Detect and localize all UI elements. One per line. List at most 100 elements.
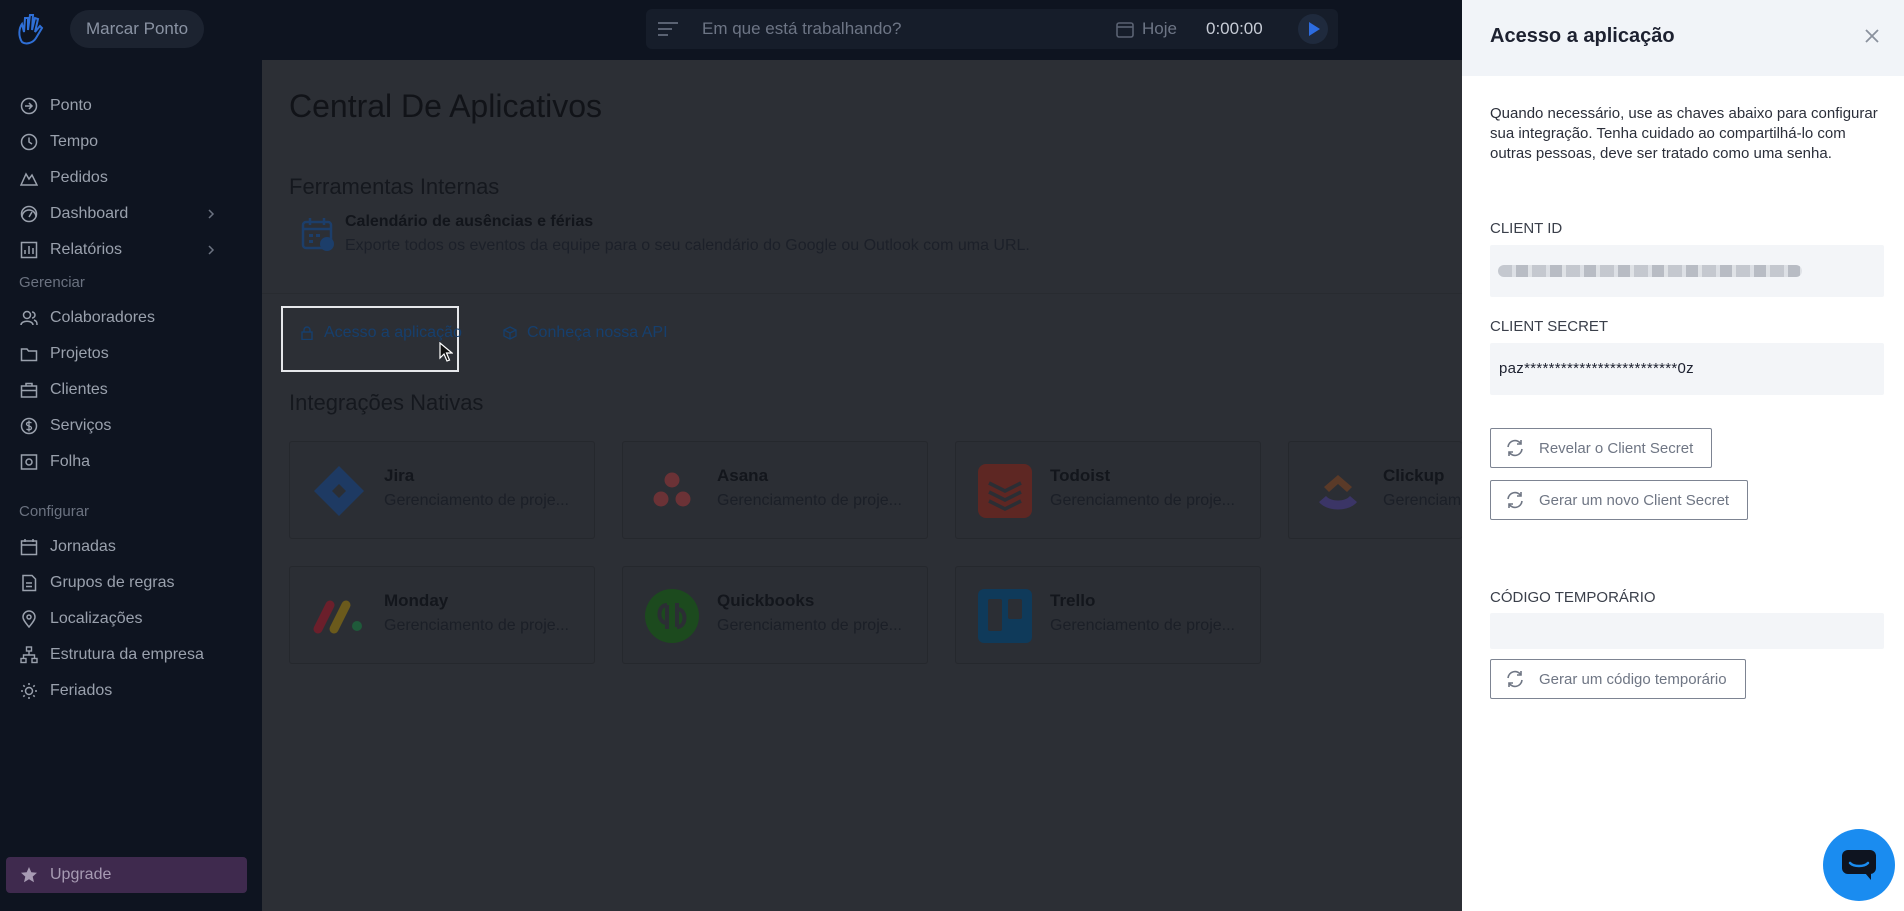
- integration-name: Trello: [1050, 591, 1096, 610]
- sidebar-item-label: Jornadas: [50, 538, 116, 555]
- clickup-icon: [1319, 475, 1357, 510]
- app-access-link[interactable]: Acesso a aplicação: [300, 324, 462, 342]
- section-title-native: Integrações Nativas: [289, 390, 484, 415]
- monday-icon: [313, 600, 362, 634]
- api-label: Conheça nossa API: [527, 324, 668, 341]
- temp-code-field[interactable]: [1490, 613, 1884, 649]
- integration-name: Monday: [384, 591, 449, 610]
- dashboard-icon: [20, 205, 38, 223]
- tool-name: Calendário de ausências e férias: [345, 213, 594, 230]
- menu-icon[interactable]: [658, 20, 678, 38]
- sidebar-item-tempo[interactable]: Tempo: [0, 125, 262, 159]
- sidebar-item-localizacoes[interactable]: Localizações: [0, 602, 262, 636]
- sidebar-item-label: Tempo: [50, 133, 99, 150]
- integration-name: Asana: [717, 466, 769, 485]
- section-title-manage: Gerenciar: [19, 274, 85, 291]
- integration-card-jira[interactable]: Jira Gerenciamento de proje...: [289, 441, 595, 539]
- client-id-field[interactable]: [1490, 245, 1884, 297]
- logo-icon[interactable]: [16, 12, 46, 46]
- integration-card-trello[interactable]: Trello Gerenciamento de proje...: [955, 566, 1261, 664]
- refresh-icon: [1507, 670, 1523, 688]
- sidebar-item-label: Estrutura da empresa: [50, 646, 204, 663]
- sidebar-item-ponto[interactable]: Ponto: [0, 89, 262, 123]
- sidebar-item-dashboard[interactable]: Dashboard: [0, 197, 262, 231]
- reveal-secret-button[interactable]: Revelar o Client Secret: [1490, 428, 1713, 468]
- sidebar-item-label: Localizações: [50, 610, 143, 627]
- task-input[interactable]: Em que está trabalhando?: [702, 9, 901, 49]
- sidebar-item-estrutura-da-empresa[interactable]: Estrutura da empresa: [0, 638, 262, 672]
- users-icon: [20, 310, 38, 326]
- todoist-icon: [978, 464, 1032, 518]
- integration-card-todoist[interactable]: Todoist Gerenciamento de proje...: [955, 441, 1261, 539]
- briefcase-icon: [20, 382, 38, 398]
- timer-display: 0:00:00: [1206, 19, 1263, 38]
- sidebar-item-projetos[interactable]: Projetos: [0, 337, 262, 371]
- sidebar-item-label: Colaboradores: [50, 309, 155, 326]
- sidebar-item-jornadas[interactable]: Jornadas: [0, 530, 262, 564]
- integration-name: Todoist: [1050, 466, 1111, 485]
- integration-desc: Gerenciamento de proje...: [384, 492, 569, 509]
- refresh-icon: [1507, 491, 1523, 509]
- new-secret-button[interactable]: Gerar um novo Client Secret: [1490, 480, 1749, 520]
- sun-icon: [21, 683, 37, 699]
- temp-code-button[interactable]: Gerar um código temporário: [1490, 659, 1746, 699]
- lock-icon: [301, 326, 313, 340]
- sidebar-item-label: Clientes: [50, 381, 108, 398]
- upgrade-button[interactable]: Upgrade: [6, 857, 247, 893]
- section-title-internal-tools: Ferramentas Internas: [289, 174, 500, 199]
- integration-desc: Gerenciam: [1383, 492, 1462, 509]
- integration-desc: Gerenciamento de proje...: [717, 617, 902, 634]
- payroll-icon: [20, 454, 38, 470]
- api-link[interactable]: Conheça nossa API: [503, 324, 668, 342]
- punch-button[interactable]: Marcar Ponto: [70, 10, 205, 48]
- chat-support-button[interactable]: [1823, 829, 1895, 901]
- sidebar-item-clientes[interactable]: Clientes: [0, 373, 262, 407]
- client-id-label: CLIENT ID: [1490, 220, 1563, 237]
- integration-card-quickbooks[interactable]: Quickbooks Gerenciamento de proje...: [622, 566, 928, 664]
- integration-card-monday[interactable]: Monday Gerenciamento de proje...: [289, 566, 595, 664]
- integration-desc: Gerenciamento de proje...: [384, 617, 569, 634]
- folder-icon: [20, 348, 38, 362]
- sidebar-item-label: Ponto: [50, 97, 92, 114]
- section-title-config: Configurar: [19, 503, 90, 520]
- integration-card-asana[interactable]: Asana Gerenciamento de proje...: [622, 441, 928, 539]
- integration-card-clickup[interactable]: Clickup Gerenciam: [1288, 441, 1462, 539]
- temp-code-label: CÓDIGO TEMPORÁRIO: [1490, 589, 1656, 606]
- calendar-sync-icon: [301, 218, 334, 251]
- clock-icon: [20, 133, 38, 151]
- refresh-icon: [1507, 439, 1523, 457]
- close-icon[interactable]: [1862, 26, 1882, 46]
- jira-icon: [314, 466, 364, 516]
- sidebar-item-label: Folha: [50, 453, 91, 470]
- date-selector[interactable]: Hoje: [1142, 9, 1177, 49]
- upgrade-label: Upgrade: [50, 866, 112, 883]
- rules-icon: [22, 574, 37, 592]
- sidebar-item-label: Serviços: [50, 417, 112, 434]
- sidebar-item-pedidos[interactable]: Pedidos: [0, 161, 262, 195]
- location-icon: [22, 610, 36, 628]
- sidebar-item-feriados[interactable]: Feriados: [0, 674, 262, 708]
- reveal-secret-label: Revelar o Client Secret: [1539, 439, 1694, 457]
- sidebar-item-label: Grupos de regras: [50, 574, 175, 591]
- client-secret-field[interactable]: paz*************************0z: [1490, 343, 1884, 395]
- sidebar-item-servicos[interactable]: Serviços: [0, 409, 262, 443]
- chevron-right-icon: [208, 245, 215, 255]
- client-secret-label: CLIENT SECRET: [1490, 318, 1609, 335]
- sidebar-item-relatorios[interactable]: Relatórios: [0, 233, 262, 267]
- play-icon[interactable]: [1298, 14, 1328, 44]
- drawer-description: Quando necessário, use as chaves abaixo …: [1490, 105, 1878, 162]
- sidebar-item-label: Dashboard: [50, 205, 129, 222]
- integration-name: Jira: [384, 466, 415, 485]
- calendar-icon[interactable]: [1116, 20, 1134, 38]
- sidebar-item-folha[interactable]: Folha: [0, 445, 262, 479]
- integration-desc: Gerenciamento de proje...: [717, 492, 902, 509]
- sidebar-item-label: Feriados: [50, 682, 113, 699]
- sidebar-item-label: Relatórios: [50, 241, 123, 258]
- integration-desc: Gerenciamento de proje...: [1050, 617, 1235, 634]
- drawer-title: Acesso a aplicação: [1490, 25, 1675, 47]
- mouse-cursor-icon: [439, 342, 453, 362]
- sidebar-item-grupos-de-regras[interactable]: Grupos de regras: [0, 566, 262, 600]
- sidebar-item-colaboradores[interactable]: Colaboradores: [0, 301, 262, 335]
- mountain-icon: [20, 172, 38, 186]
- integration-desc: Gerenciamento de proje...: [1050, 492, 1235, 509]
